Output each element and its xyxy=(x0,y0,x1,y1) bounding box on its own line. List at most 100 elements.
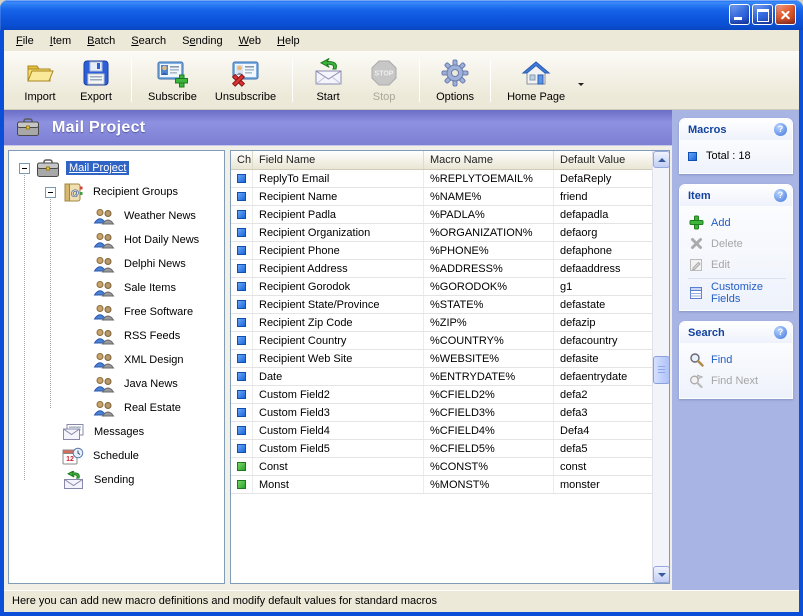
tree-item-rss-feeds[interactable]: RSS Feeds xyxy=(9,324,224,348)
checked-cell[interactable] xyxy=(231,188,253,205)
checked-cell[interactable] xyxy=(231,422,253,439)
column-header-field-name[interactable]: Field Name xyxy=(253,151,424,169)
column-header-default-value[interactable]: Default Value xyxy=(554,151,652,169)
table-row[interactable]: ReplyTo Email%REPLYTOEMAIL%DefaReply xyxy=(231,170,652,188)
tree-item-free-software[interactable]: Free Software xyxy=(9,300,224,324)
panel-divider xyxy=(688,278,786,279)
blue-square-marker-icon xyxy=(237,282,246,291)
checked-cell[interactable] xyxy=(231,278,253,295)
scroll-up-button[interactable] xyxy=(653,151,670,168)
checked-cell[interactable] xyxy=(231,440,253,457)
add-action[interactable]: Add xyxy=(688,212,786,233)
checked-cell[interactable] xyxy=(231,260,253,277)
menu-batch[interactable]: Batch xyxy=(79,32,123,50)
menu-search[interactable]: Search xyxy=(123,32,174,50)
tree-item-recipient-groups[interactable]: @Recipient Groups xyxy=(9,180,224,204)
tree-item-mail-project[interactable]: Mail Project xyxy=(9,156,224,180)
panel-header-search[interactable]: Search? xyxy=(680,322,792,343)
home-page-dropdown-arrow-icon[interactable] xyxy=(578,83,584,89)
table-row[interactable]: Recipient Gorodok%GORODOK%g1 xyxy=(231,278,652,296)
start-button[interactable]: Start xyxy=(300,54,356,107)
scroll-down-button[interactable] xyxy=(653,566,670,583)
export-button[interactable]: Export xyxy=(68,54,124,107)
tree-item-hot-daily-news[interactable]: Hot Daily News xyxy=(9,228,224,252)
checked-cell[interactable] xyxy=(231,476,253,493)
menu-sending[interactable]: Sending xyxy=(174,32,230,50)
tree-item-weather-news[interactable]: Weather News xyxy=(9,204,224,228)
edit-action[interactable]: Edit xyxy=(688,254,786,275)
stop-button[interactable]: STOPStop xyxy=(356,54,412,107)
subscribe-button[interactable]: Subscribe xyxy=(139,54,206,107)
checked-cell[interactable] xyxy=(231,206,253,223)
menu-help[interactable]: Help xyxy=(269,32,308,50)
title-bar[interactable] xyxy=(0,0,803,30)
tree-item-delphi-news[interactable]: Delphi News xyxy=(9,252,224,276)
column-header-ch[interactable]: Ch xyxy=(231,151,253,169)
tree-item-messages[interactable]: Messages xyxy=(9,420,224,444)
checked-cell[interactable] xyxy=(231,404,253,421)
checked-cell[interactable] xyxy=(231,368,253,385)
delete-action[interactable]: Delete xyxy=(688,233,786,254)
table-row[interactable]: Monst%MONST%monster xyxy=(231,476,652,494)
table-row[interactable]: Recipient Organization%ORGANIZATION%defa… xyxy=(231,224,652,242)
table-row[interactable]: Custom Field3%CFIELD3%defa3 xyxy=(231,404,652,422)
find-next-action[interactable]: Find Next xyxy=(688,370,786,391)
table-row[interactable]: Custom Field5%CFIELD5%defa5 xyxy=(231,440,652,458)
table-row[interactable]: Custom Field2%CFIELD2%defa2 xyxy=(231,386,652,404)
minimize-button[interactable] xyxy=(729,4,750,25)
tree-item-sending[interactable]: Sending xyxy=(9,468,224,492)
tree-item-sale-items[interactable]: Sale Items xyxy=(9,276,224,300)
find-action[interactable]: Find xyxy=(688,349,786,370)
menu-item[interactable]: Item xyxy=(42,32,79,50)
table-row[interactable]: Recipient Country%COUNTRY%defacountry xyxy=(231,332,652,350)
toolbar-button-label: Start xyxy=(316,91,339,103)
table-row[interactable]: Date%ENTRYDATE%defaentrydate xyxy=(231,368,652,386)
checked-cell[interactable] xyxy=(231,170,253,187)
field-name-cell: Recipient Zip Code xyxy=(253,314,424,331)
table-row[interactable]: Recipient State/Province%STATE%defastate xyxy=(231,296,652,314)
default-value-cell: const xyxy=(554,458,652,475)
tree-item-real-estate[interactable]: Real Estate xyxy=(9,396,224,420)
tree-expander-minus-icon[interactable] xyxy=(19,163,30,174)
blue-square-marker-icon xyxy=(237,354,246,363)
column-header-macro-name[interactable]: Macro Name xyxy=(424,151,554,169)
checked-cell[interactable] xyxy=(231,332,253,349)
close-button[interactable] xyxy=(775,4,796,25)
checked-cell[interactable] xyxy=(231,314,253,331)
menu-web[interactable]: Web xyxy=(231,32,269,50)
unsubscribe-button[interactable]: Unsubscribe xyxy=(206,54,285,107)
home-page-button[interactable]: Home Page xyxy=(498,54,574,107)
tree-expander-minus-icon[interactable] xyxy=(45,187,56,198)
panel-header-item[interactable]: Item? xyxy=(680,185,792,206)
panel-header-macros[interactable]: Macros? xyxy=(680,119,792,140)
table-row[interactable]: Recipient Address%ADDRESS%defaaddress xyxy=(231,260,652,278)
options-button[interactable]: Options xyxy=(427,54,483,107)
checked-cell[interactable] xyxy=(231,350,253,367)
checked-cell[interactable] xyxy=(231,296,253,313)
checked-cell[interactable] xyxy=(231,242,253,259)
customize-fields-action[interactable]: Customize Fields xyxy=(688,282,786,303)
table-row[interactable]: Const%CONST%const xyxy=(231,458,652,476)
checked-cell[interactable] xyxy=(231,386,253,403)
scrollbar-thumb[interactable] xyxy=(653,356,670,384)
application-window: FileItemBatchSearchSendingWebHelp Import… xyxy=(0,0,803,616)
table-row[interactable]: Recipient Name%NAME%friend xyxy=(231,188,652,206)
address-book-icon: @ xyxy=(62,183,84,202)
tree-item-xml-design[interactable]: XML Design xyxy=(9,348,224,372)
table-row[interactable]: Recipient Phone%PHONE%defaphone xyxy=(231,242,652,260)
table-row[interactable]: Custom Field4%CFIELD4%Defa4 xyxy=(231,422,652,440)
table-row[interactable]: Recipient Zip Code%ZIP%defazip xyxy=(231,314,652,332)
help-icon[interactable]: ? xyxy=(774,189,787,202)
table-row[interactable]: Recipient Padla%PADLA%defapadla xyxy=(231,206,652,224)
table-row[interactable]: Recipient Web Site%WEBSITE%defasite xyxy=(231,350,652,368)
help-icon[interactable]: ? xyxy=(774,326,787,339)
menu-file[interactable]: File xyxy=(8,32,42,50)
import-button[interactable]: Import xyxy=(12,54,68,107)
vertical-scrollbar[interactable] xyxy=(652,151,669,583)
help-icon[interactable]: ? xyxy=(774,123,787,136)
checked-cell[interactable] xyxy=(231,458,253,475)
checked-cell[interactable] xyxy=(231,224,253,241)
tree-item-java-news[interactable]: Java News xyxy=(9,372,224,396)
tree-item-schedule[interactable]: 12Schedule xyxy=(9,444,224,468)
maximize-button[interactable] xyxy=(752,4,773,25)
